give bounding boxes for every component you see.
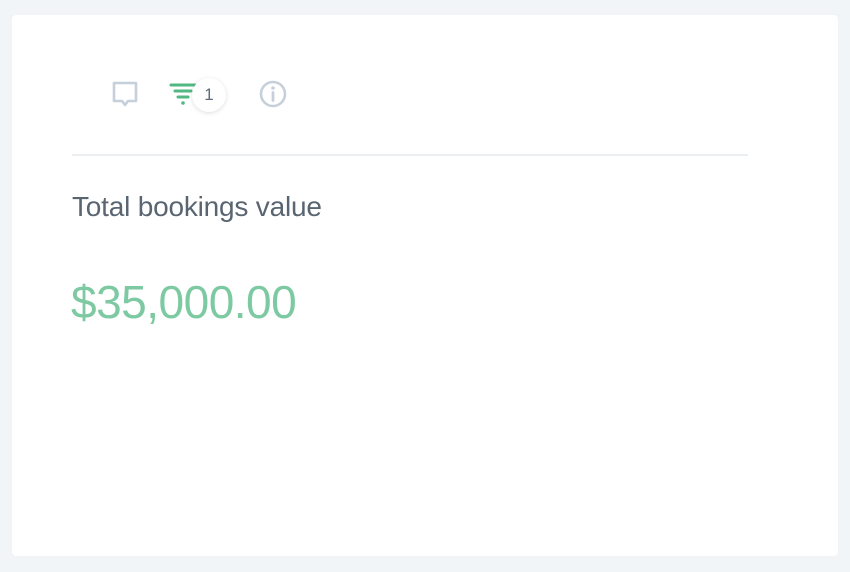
info-icon [259, 80, 287, 108]
filter-count-badge[interactable]: 1 [192, 78, 226, 112]
comment-button[interactable] [110, 79, 140, 109]
card-toolbar: 1 [110, 77, 288, 112]
filter-button[interactable]: 1 [168, 78, 226, 112]
metric-label: Total bookings value [72, 191, 322, 222]
metric-value: $35,000.00 [71, 276, 297, 328]
info-button[interactable] [258, 79, 288, 109]
metric-card: 1 Total bookings value $35,000.00 [12, 15, 838, 556]
toolbar-divider [72, 154, 748, 156]
comment-icon [112, 81, 138, 107]
